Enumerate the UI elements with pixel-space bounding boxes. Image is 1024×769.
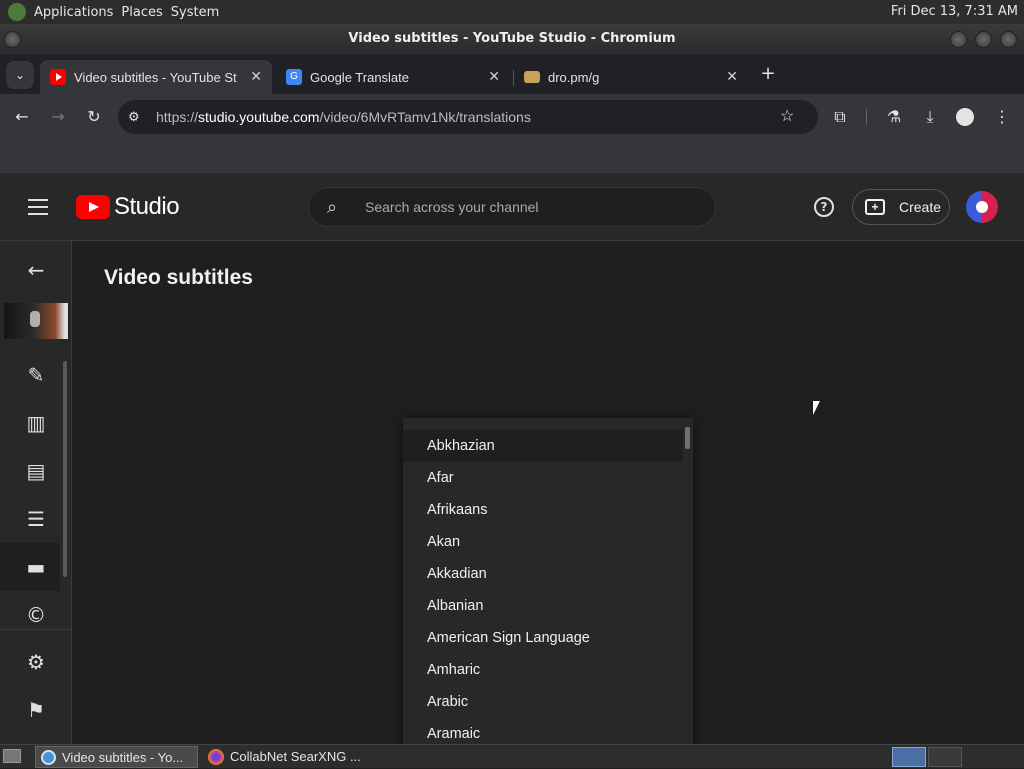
create-button[interactable]: + Create bbox=[852, 189, 950, 225]
dropdown-scrollbar[interactable] bbox=[685, 427, 690, 449]
workspace-switcher-2[interactable] bbox=[928, 747, 962, 767]
extensions-icon[interactable]: ⧉ bbox=[828, 107, 852, 127]
browser-toolbar: ← → ↻ ⚙ https://studio.youtube.com/video… bbox=[0, 94, 1024, 140]
distro-logo-icon[interactable] bbox=[8, 3, 26, 21]
tab-close-icon[interactable]: ✕ bbox=[726, 68, 738, 85]
browser-menu-icon[interactable]: ⋮ bbox=[990, 107, 1014, 126]
workspace-switcher[interactable] bbox=[892, 747, 926, 767]
tab-google-translate[interactable]: G Google Translate ✕ bbox=[276, 60, 510, 94]
window-titlebar[interactable]: Video subtitles - YouTube Studio - Chrom… bbox=[0, 24, 1024, 54]
studio-header: Studio ⌕ Search across your channel ? + … bbox=[0, 173, 1024, 241]
minimize-icon[interactable] bbox=[950, 31, 967, 48]
studio-logo-text: Studio bbox=[114, 193, 180, 220]
close-window-icon[interactable] bbox=[1000, 31, 1017, 48]
url-scheme: https:// bbox=[156, 109, 199, 125]
url-path: /video/6MvRTamv1Nk/translations bbox=[319, 109, 531, 125]
google-translate-favicon-icon: G bbox=[286, 69, 302, 85]
labs-flask-icon[interactable]: ⚗ bbox=[882, 107, 906, 126]
bottom-taskbar: Video subtitles - Yo... CollabNet SearXN… bbox=[0, 744, 1024, 768]
language-option[interactable]: American Sign Language bbox=[403, 622, 683, 654]
youtube-studio-logo[interactable]: Studio bbox=[76, 193, 180, 221]
forward-icon[interactable]: → bbox=[46, 107, 70, 126]
download-icon[interactable]: ⤓ bbox=[918, 107, 942, 127]
language-option[interactable]: Albanian bbox=[403, 590, 683, 622]
tab-label: dro.pm/g bbox=[548, 69, 600, 85]
bookmark-star-icon[interactable]: ☆ bbox=[780, 100, 794, 134]
back-icon[interactable]: ← bbox=[10, 107, 34, 126]
tab-label: Video subtitles - YouTube St bbox=[74, 69, 237, 85]
nav-divider bbox=[0, 629, 71, 630]
tab-strip: ⌄ Video subtitles - YouTube St ✕ G Googl… bbox=[0, 54, 1024, 94]
bookmarks-bar bbox=[0, 140, 1024, 173]
back-arrow-icon[interactable]: ← bbox=[20, 254, 52, 286]
window-menu-icon[interactable] bbox=[4, 31, 21, 48]
hamburger-menu-icon[interactable] bbox=[28, 199, 48, 215]
mouse-cursor-icon bbox=[813, 401, 820, 415]
language-option[interactable]: Akan bbox=[403, 526, 683, 558]
search-icon: ⌕ bbox=[327, 197, 338, 217]
taskbar-item-firefox[interactable]: CollabNet SearXNG ... bbox=[204, 746, 374, 768]
taskbar-label: CollabNet SearXNG ... bbox=[230, 749, 361, 764]
language-option[interactable]: Akkadian bbox=[403, 558, 683, 590]
settings-gear-icon[interactable]: ⚙ bbox=[20, 646, 52, 678]
gnome-top-panel: Applications Places System Fri Dec 13, 7… bbox=[0, 0, 1024, 24]
youtube-favicon-icon bbox=[50, 69, 66, 85]
page-title: Video subtitles bbox=[104, 266, 253, 289]
create-label: Create bbox=[899, 199, 942, 215]
address-bar[interactable]: ⚙ https://studio.youtube.com/video/6MvRT… bbox=[118, 100, 818, 134]
subtitles-icon: ▬ bbox=[26, 555, 46, 579]
applications-menu[interactable]: Applications bbox=[34, 5, 121, 20]
feedback-icon[interactable]: ⚑ bbox=[20, 694, 52, 726]
chromium-icon bbox=[41, 750, 56, 765]
firefox-icon bbox=[208, 749, 224, 765]
subtitles-nav-item[interactable]: ▬ bbox=[0, 543, 60, 591]
copyright-icon[interactable]: © bbox=[20, 599, 52, 631]
help-icon[interactable]: ? bbox=[814, 197, 834, 217]
tab-search-button[interactable]: ⌄ bbox=[6, 61, 34, 89]
channel-search-input[interactable]: ⌕ Search across your channel bbox=[308, 187, 716, 227]
show-desktop-icon[interactable] bbox=[3, 749, 21, 763]
profile-icon[interactable] bbox=[956, 108, 974, 126]
reload-icon[interactable]: ↻ bbox=[82, 107, 106, 126]
window-title: Video subtitles - YouTube Studio - Chrom… bbox=[348, 31, 676, 46]
studio-left-nav: ← ✎ ▥ ▤ ☰ ▬ © ⚙ ⚑ bbox=[0, 241, 72, 744]
tab-close-icon[interactable]: ✕ bbox=[250, 68, 262, 85]
editor-clapper-icon[interactable]: ▤ bbox=[20, 455, 52, 487]
taskbar-item-chromium[interactable]: Video subtitles - Yo... bbox=[35, 746, 198, 768]
tab-video-subtitles[interactable]: Video subtitles - YouTube St ✕ bbox=[40, 60, 272, 94]
comments-icon[interactable]: ☰ bbox=[20, 503, 52, 535]
youtube-play-icon bbox=[76, 195, 110, 219]
nav-scrollbar[interactable] bbox=[63, 361, 67, 577]
language-option[interactable]: Aramaic bbox=[403, 718, 683, 744]
language-option[interactable]: Abkhazian bbox=[403, 430, 683, 462]
language-option[interactable]: Afar bbox=[403, 462, 683, 494]
language-option[interactable]: Afrikaans bbox=[403, 494, 683, 526]
system-menu[interactable]: System bbox=[171, 5, 227, 20]
search-placeholder: Search across your channel bbox=[365, 199, 539, 215]
language-option[interactable]: Arabic bbox=[403, 686, 683, 718]
places-menu[interactable]: Places bbox=[121, 5, 170, 20]
panel-clock[interactable]: Fri Dec 13, 7:31 AM bbox=[891, 4, 1018, 19]
analytics-icon[interactable]: ▥ bbox=[20, 407, 52, 439]
new-tab-button[interactable]: + bbox=[758, 64, 778, 84]
tab-close-icon[interactable]: ✕ bbox=[488, 68, 500, 85]
create-video-icon: + bbox=[865, 199, 885, 215]
edit-pencil-icon[interactable]: ✎ bbox=[20, 359, 52, 391]
folder-favicon-icon bbox=[524, 71, 540, 83]
url-host: studio.youtube.com bbox=[198, 109, 320, 125]
video-thumbnail[interactable] bbox=[4, 303, 68, 339]
maximize-icon[interactable] bbox=[975, 31, 992, 48]
channel-avatar[interactable] bbox=[966, 191, 998, 223]
site-info-icon[interactable]: ⚙ bbox=[128, 100, 140, 134]
toolbar-divider bbox=[866, 109, 867, 125]
taskbar-label: Video subtitles - Yo... bbox=[62, 750, 184, 765]
tab-label: Google Translate bbox=[310, 69, 410, 85]
language-option[interactable]: Amharic bbox=[403, 654, 683, 686]
language-dropdown[interactable]: Abkhazian Afar Afrikaans Akan Akkadian A… bbox=[403, 418, 693, 744]
tab-dro-pm[interactable]: dro.pm/g ✕ bbox=[514, 60, 748, 94]
